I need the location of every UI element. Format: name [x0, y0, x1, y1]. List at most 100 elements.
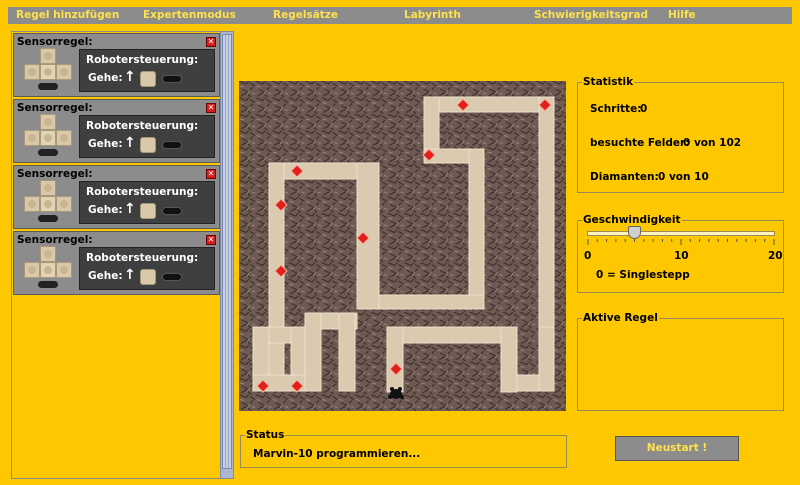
- maze-path-tile: [386, 326, 518, 344]
- robot-icon: [38, 281, 58, 288]
- sensor-grid[interactable]: [24, 48, 74, 98]
- arrow-up-icon[interactable]: ↑: [124, 201, 136, 217]
- rule-list[interactable]: Sensorregel: ✕ Robotersteuerung: Gehe: ↑…: [11, 31, 234, 479]
- visited-fields-label: besuchte Felder:: [590, 137, 690, 149]
- labyrinth-canvas: [239, 81, 566, 411]
- sensor-tile-east[interactable]: [56, 130, 72, 146]
- sensor-rule[interactable]: Sensorregel: ✕ Robotersteuerung: Gehe: ↑: [13, 231, 220, 295]
- steps-label: Schritte:: [590, 103, 642, 115]
- robot-control: Robotersteuerung: Gehe: ↑: [79, 247, 215, 290]
- speed-title: Geschwindigkeit: [582, 214, 682, 226]
- delete-rule-button[interactable]: ✕: [206, 235, 216, 245]
- sensor-grid[interactable]: [24, 180, 74, 230]
- speed-slider-thumb[interactable]: [628, 226, 641, 239]
- sensor-tile-east[interactable]: [56, 196, 72, 212]
- maze-path-tile: [538, 96, 555, 343]
- delete-rule-button[interactable]: ✕: [206, 169, 216, 179]
- speed-ticks: [587, 239, 775, 245]
- arrow-up-icon[interactable]: ↑: [124, 267, 136, 283]
- robot-control-label: Robotersteuerung:: [86, 252, 199, 264]
- sensor-tile-east[interactable]: [56, 262, 72, 278]
- maze-path-tile: [338, 312, 356, 392]
- action-tile[interactable]: [140, 203, 156, 219]
- delete-rule-button[interactable]: ✕: [206, 37, 216, 47]
- arrow-up-icon[interactable]: ↑: [124, 69, 136, 85]
- delete-rule-button[interactable]: ✕: [206, 103, 216, 113]
- speed-slider[interactable]: [587, 231, 775, 236]
- menu-expert-mode[interactable]: Expertenmodus: [143, 7, 236, 24]
- speed-mid-label: 10: [674, 250, 689, 262]
- active-rule-panel: Aktive Regel: [577, 312, 784, 411]
- restart-button[interactable]: Neustart !: [615, 436, 739, 461]
- menu-rule-sets[interactable]: Regelsätze: [273, 7, 338, 24]
- speed-panel: Geschwindigkeit 0 10 20 0 = Singlestepp: [577, 214, 784, 293]
- robot-icon: [38, 215, 58, 222]
- sensor-tile-west[interactable]: [24, 64, 40, 80]
- sensor-tile-north[interactable]: [40, 246, 56, 262]
- action-label: Gehe:: [88, 72, 123, 84]
- scrollbar-thumb[interactable]: [222, 34, 232, 469]
- maze-path-tile: [468, 148, 485, 310]
- action-tile[interactable]: [140, 137, 156, 153]
- action-label: Gehe:: [88, 270, 123, 282]
- sensor-tile-west[interactable]: [24, 130, 40, 146]
- sensor-tile-east[interactable]: [56, 64, 72, 80]
- robot-icon: [38, 83, 58, 90]
- robot-control: Robotersteuerung: Gehe: ↑: [79, 181, 215, 224]
- diamonds-value: 0 von 10: [658, 171, 709, 183]
- rule-title: Sensorregel:: [17, 102, 93, 114]
- robot-control: Robotersteuerung: Gehe: ↑: [79, 115, 215, 158]
- robot-icon: [38, 149, 58, 156]
- sensor-tile-west[interactable]: [24, 196, 40, 212]
- sensor-rule[interactable]: Sensorregel: ✕ Robotersteuerung: Gehe: ↑: [13, 33, 220, 97]
- maze-path-tile: [538, 326, 555, 392]
- speed-max-label: 20: [768, 250, 783, 262]
- sensor-tile-north[interactable]: [40, 114, 56, 130]
- menu-help[interactable]: Hilfe: [668, 7, 696, 24]
- sensor-tile-center[interactable]: [40, 196, 56, 212]
- rule-list-scrollbar[interactable]: [220, 32, 233, 478]
- action-label: Gehe:: [88, 204, 123, 216]
- sensor-grid[interactable]: [24, 114, 74, 164]
- sensor-tile-north[interactable]: [40, 180, 56, 196]
- sensor-tile-center[interactable]: [40, 64, 56, 80]
- action-tile[interactable]: [140, 71, 156, 87]
- rule-title: Sensorregel:: [17, 36, 93, 48]
- speed-min-label: 0: [584, 250, 592, 262]
- robot-icon[interactable]: [162, 207, 182, 215]
- sensor-tile-center[interactable]: [40, 130, 56, 146]
- menu-bar-inner: Regel hinzufügen Expertenmodus Regelsätz…: [8, 7, 792, 24]
- robot-icon[interactable]: [162, 273, 182, 281]
- robot-control-label: Robotersteuerung:: [86, 186, 199, 198]
- active-rule-title: Aktive Regel: [582, 312, 659, 324]
- robot-icon[interactable]: [162, 141, 182, 149]
- sensor-rule[interactable]: Sensorregel: ✕ Robotersteuerung: Gehe: ↑: [13, 99, 220, 163]
- status-panel: Status Marvin-10 programmieren...: [240, 429, 567, 468]
- maze-path-tile: [500, 326, 518, 393]
- diamonds-label: Diamanten:: [590, 171, 659, 183]
- maze-path-tile: [386, 326, 404, 393]
- action-tile[interactable]: [140, 269, 156, 285]
- arrow-up-icon[interactable]: ↑: [124, 135, 136, 151]
- labyrinth-view: [239, 81, 566, 411]
- sensor-grid[interactable]: [24, 246, 74, 296]
- maze-path-tile: [304, 312, 322, 392]
- sensor-tile-west[interactable]: [24, 262, 40, 278]
- sensor-tile-center[interactable]: [40, 262, 56, 278]
- sensor-rule[interactable]: Sensorregel: ✕ Robotersteuerung: Gehe: ↑: [13, 165, 220, 229]
- status-title: Status: [245, 429, 286, 441]
- robot-control-label: Robotersteuerung:: [86, 54, 199, 66]
- speed-note: 0 = Singlestepp: [596, 269, 690, 281]
- steps-value: 0: [640, 103, 648, 115]
- statistics-panel: Statistik Schritte: 0 besuchte Felder: 0…: [577, 76, 784, 193]
- visited-fields-value: 0 von 102: [683, 137, 742, 149]
- menu-difficulty[interactable]: Schwierigkeitsgrad: [534, 7, 648, 24]
- rule-title: Sensorregel:: [17, 234, 93, 246]
- robot-icon[interactable]: [162, 75, 182, 83]
- menu-labyrinth[interactable]: Labyrinth: [404, 7, 461, 24]
- status-text: Marvin-10 programmieren...: [253, 448, 421, 460]
- maze-path-tile: [423, 96, 555, 113]
- menu-add-rule[interactable]: Regel hinzufügen: [16, 7, 119, 24]
- sensor-tile-north[interactable]: [40, 48, 56, 64]
- menu-bar: Regel hinzufügen Expertenmodus Regelsätz…: [0, 0, 800, 30]
